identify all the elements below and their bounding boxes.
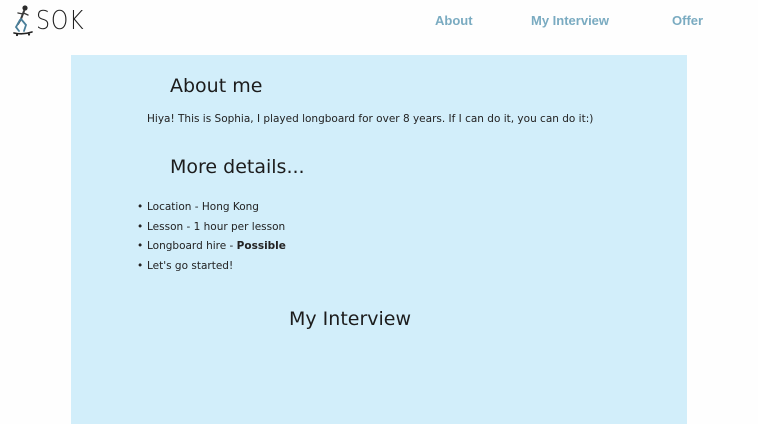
bullet-icon: • [137, 220, 144, 233]
bullet-icon: • [137, 201, 144, 213]
hire-status: Possible [236, 240, 286, 252]
list-item: • Longboard hire - Possible [137, 240, 286, 252]
site-header: SOK About My Interview Offer [0, 0, 758, 44]
site-logo[interactable]: SOK [12, 3, 93, 39]
logo-text: SOK [36, 6, 85, 36]
interview-heading: My Interview [289, 308, 412, 330]
bullet-icon: • [137, 240, 144, 252]
bullet-icon: • [137, 259, 144, 272]
list-item: • Lesson - 1 hour per lesson [137, 220, 286, 233]
list-item: • Let's go started! [137, 259, 234, 272]
nav-about[interactable]: About [435, 13, 473, 28]
nav-offer[interactable]: Offer [672, 13, 703, 28]
nav-my-interview[interactable]: My Interview [531, 13, 609, 28]
main-content: About me Hiya! This is Sophia, I played … [71, 55, 687, 424]
list-item: • Location - Hong Kong [137, 201, 259, 213]
intro-text: Hiya! This is Sophia, I played longboard… [147, 113, 594, 125]
about-heading: About me [170, 75, 263, 97]
details-list: • Location - Hong Kong • Lesson - 1 hour p… [137, 200, 286, 278]
details-heading: More details... [170, 156, 305, 178]
skater-icon [13, 5, 33, 37]
